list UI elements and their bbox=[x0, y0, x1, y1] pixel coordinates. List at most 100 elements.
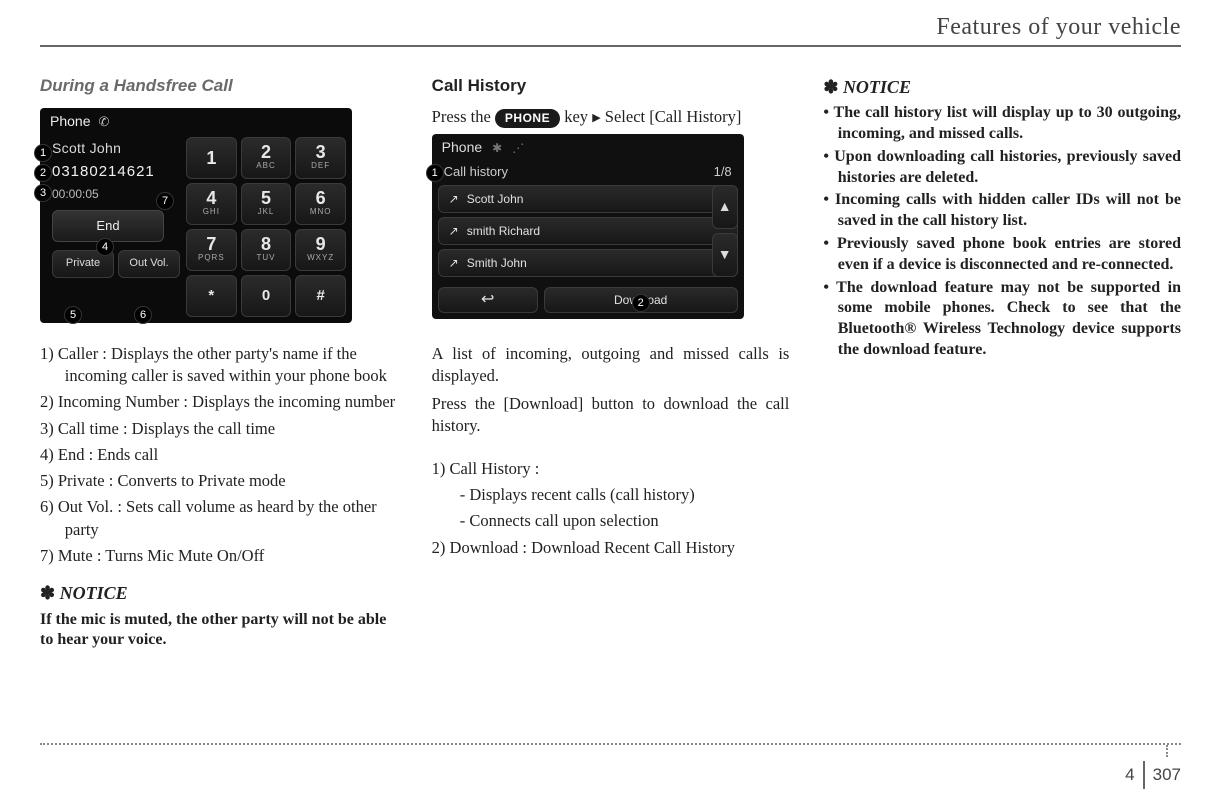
footer-vertical-dots bbox=[1166, 745, 1168, 757]
outgoing-call-icon: ↗ bbox=[449, 191, 459, 207]
key-3[interactable]: 3DEF bbox=[295, 137, 346, 179]
ch-subhead-label: Call history bbox=[444, 163, 508, 181]
spacer bbox=[432, 444, 790, 458]
ch-row-1-name: Scott John bbox=[467, 191, 524, 207]
key-1[interactable]: 1 bbox=[186, 137, 237, 179]
callout-3: 3 bbox=[34, 184, 52, 202]
outgoing-call-icon: ↗ bbox=[449, 255, 459, 271]
callout-6: 6 bbox=[134, 306, 152, 324]
ch-row-1[interactable]: ↗ Scott John bbox=[438, 185, 738, 213]
ch-header: Phone ✱ ⋰ bbox=[432, 134, 744, 161]
page-header: Features of your vehicle bbox=[40, 14, 1181, 41]
key-7[interactable]: 7PQRS bbox=[186, 229, 237, 271]
ch-header-label: Phone bbox=[442, 138, 482, 157]
key-hash[interactable]: # bbox=[295, 275, 346, 317]
call-history-body-2: Press the [Download] button to download … bbox=[432, 393, 790, 438]
signal-icon: ⋰ bbox=[512, 140, 524, 156]
right-triangle-icon: ▶ bbox=[592, 111, 600, 126]
legend-item-1: 1) Caller : Displays the other party's n… bbox=[40, 343, 398, 388]
call-info-panel: Scott John 03180214621 00:00:05 End Priv… bbox=[40, 133, 184, 323]
notice-title-col1: NOTICE bbox=[60, 583, 128, 603]
phone-header: Phone ✆ bbox=[40, 108, 352, 133]
chapter-number: 4 bbox=[1125, 765, 1134, 785]
notice-bullet-2: • Upon downloading call histories, previ… bbox=[823, 147, 1181, 189]
out-vol-button[interactable]: Out Vol. bbox=[118, 250, 180, 278]
burst-icon: ✽ bbox=[823, 77, 838, 97]
handsfree-legend-list: 1) Caller : Displays the other party's n… bbox=[40, 343, 398, 567]
ch-legend-1b: - Connects call upon selection bbox=[432, 510, 790, 532]
phone-key-chip: PHONE bbox=[495, 109, 560, 128]
scroll-up-button[interactable]: ▲ bbox=[712, 185, 738, 229]
phone-header-label: Phone bbox=[50, 112, 90, 131]
outgoing-call-icon: ↗ bbox=[449, 223, 459, 239]
notice-body-col1: If the mic is muted, the other party wil… bbox=[40, 610, 398, 652]
ch-row-3[interactable]: ↗ Smith John bbox=[438, 249, 738, 277]
ch-page-indicator: 1/8 bbox=[714, 163, 732, 181]
back-button[interactable]: ↩ bbox=[438, 287, 538, 313]
legend-item-5: 5) Private : Converts to Private mode bbox=[40, 470, 398, 492]
ch-legend-1a: - Displays recent calls (call history) bbox=[432, 484, 790, 506]
column-3: ✽ NOTICE • The call history list will di… bbox=[823, 75, 1181, 367]
legend-item-4: 4) End : Ends call bbox=[40, 444, 398, 466]
callout-4: 4 bbox=[96, 238, 114, 256]
callout-5: 5 bbox=[64, 306, 82, 324]
notice-bullets-col3: • The call history list will display up … bbox=[823, 103, 1181, 361]
notice-title-col3: NOTICE bbox=[843, 77, 911, 97]
scroll-down-button[interactable]: ▼ bbox=[712, 233, 738, 277]
burst-icon: ✽ bbox=[40, 583, 55, 603]
legend-item-3: 3) Call time : Displays the call time bbox=[40, 418, 398, 440]
ch-row-2-name: smith Richard bbox=[467, 223, 540, 239]
ch-callout-2: 2 bbox=[632, 294, 650, 312]
end-button-label: End bbox=[96, 218, 119, 233]
legend-item-7: 7) Mute : Turns Mic Mute On/Off bbox=[40, 545, 398, 567]
key-6[interactable]: 6MNO bbox=[295, 183, 346, 225]
chapter-title: Features of your vehicle bbox=[40, 14, 1181, 41]
callout-1: 1 bbox=[34, 144, 52, 162]
section-title-call-history: Call History bbox=[432, 75, 790, 98]
footer-rule bbox=[40, 743, 1181, 745]
page-footer: 4 307 bbox=[1125, 761, 1181, 789]
call-history-legend-list: 1) Call History : - Displays recent call… bbox=[432, 458, 790, 559]
ch-callout-1: 1 bbox=[426, 164, 444, 182]
notice-bullet-1: • The call history list will display up … bbox=[823, 103, 1181, 145]
notice-heading-col3: ✽ NOTICE bbox=[823, 75, 1181, 99]
section-title-handsfree: During a Handsfree Call bbox=[40, 75, 398, 98]
incoming-number: 03180214621 bbox=[52, 162, 180, 182]
legend-item-2: 2) Incoming Number : Displays the incomi… bbox=[40, 391, 398, 413]
key-9[interactable]: 9WXYZ bbox=[295, 229, 346, 271]
callout-7: 7 bbox=[156, 192, 174, 210]
press-mid: key bbox=[560, 107, 592, 126]
column-1: During a Handsfree Call Phone ✆ Scott Jo… bbox=[40, 75, 398, 651]
handset-icon: ✆ bbox=[98, 113, 109, 131]
ch-legend-1: 1) Call History : bbox=[432, 458, 790, 480]
handsfree-call-screenshot: Phone ✆ Scott John 03180214621 00:00:05 … bbox=[40, 108, 352, 323]
ch-legend-2: 2) Download : Download Recent Call Histo… bbox=[432, 537, 790, 559]
call-history-body-1: A list of incoming, outgoing and missed … bbox=[432, 343, 790, 388]
key-0[interactable]: 0 bbox=[241, 275, 292, 317]
call-history-screenshot: Phone ✱ ⋰ Call history 1/8 ↗ Scott John … bbox=[432, 134, 744, 318]
legend-item-6: 6) Out Vol. : Sets call volume as heard … bbox=[40, 496, 398, 541]
key-8[interactable]: 8TUV bbox=[241, 229, 292, 271]
notice-heading-col1: ✽ NOTICE bbox=[40, 581, 398, 605]
content-columns: During a Handsfree Call Phone ✆ Scott Jo… bbox=[40, 75, 1181, 651]
ch-scroll-arrows: ▲ ▼ bbox=[712, 185, 738, 277]
callout-2: 2 bbox=[34, 164, 52, 182]
manual-page: Features of your vehicle During a Handsf… bbox=[0, 0, 1221, 811]
ch-row-2[interactable]: ↗ smith Richard bbox=[438, 217, 738, 245]
end-button[interactable]: End bbox=[52, 210, 164, 242]
key-4[interactable]: 4GHI bbox=[186, 183, 237, 225]
key-2[interactable]: 2ABC bbox=[241, 137, 292, 179]
phone-body: Scott John 03180214621 00:00:05 End Priv… bbox=[40, 133, 352, 323]
column-2: Call History Press the PHONE key ▶ Selec… bbox=[432, 75, 790, 565]
ch-row-3-name: Smith John bbox=[467, 255, 527, 271]
caller-name: Scott John bbox=[52, 139, 180, 158]
key-asterisk[interactable]: * bbox=[186, 275, 237, 317]
back-icon: ↩ bbox=[481, 289, 494, 311]
call-buttons-row: Private Out Vol. bbox=[52, 250, 180, 278]
header-rule bbox=[40, 45, 1181, 47]
press-phone-instruction: Press the PHONE key ▶ Select [Call Histo… bbox=[432, 106, 790, 128]
footer-separator bbox=[1143, 761, 1145, 789]
ch-footer: ↩ Download bbox=[432, 285, 744, 319]
key-5[interactable]: 5JKL bbox=[241, 183, 292, 225]
press-post: Select [Call History] bbox=[601, 107, 742, 126]
